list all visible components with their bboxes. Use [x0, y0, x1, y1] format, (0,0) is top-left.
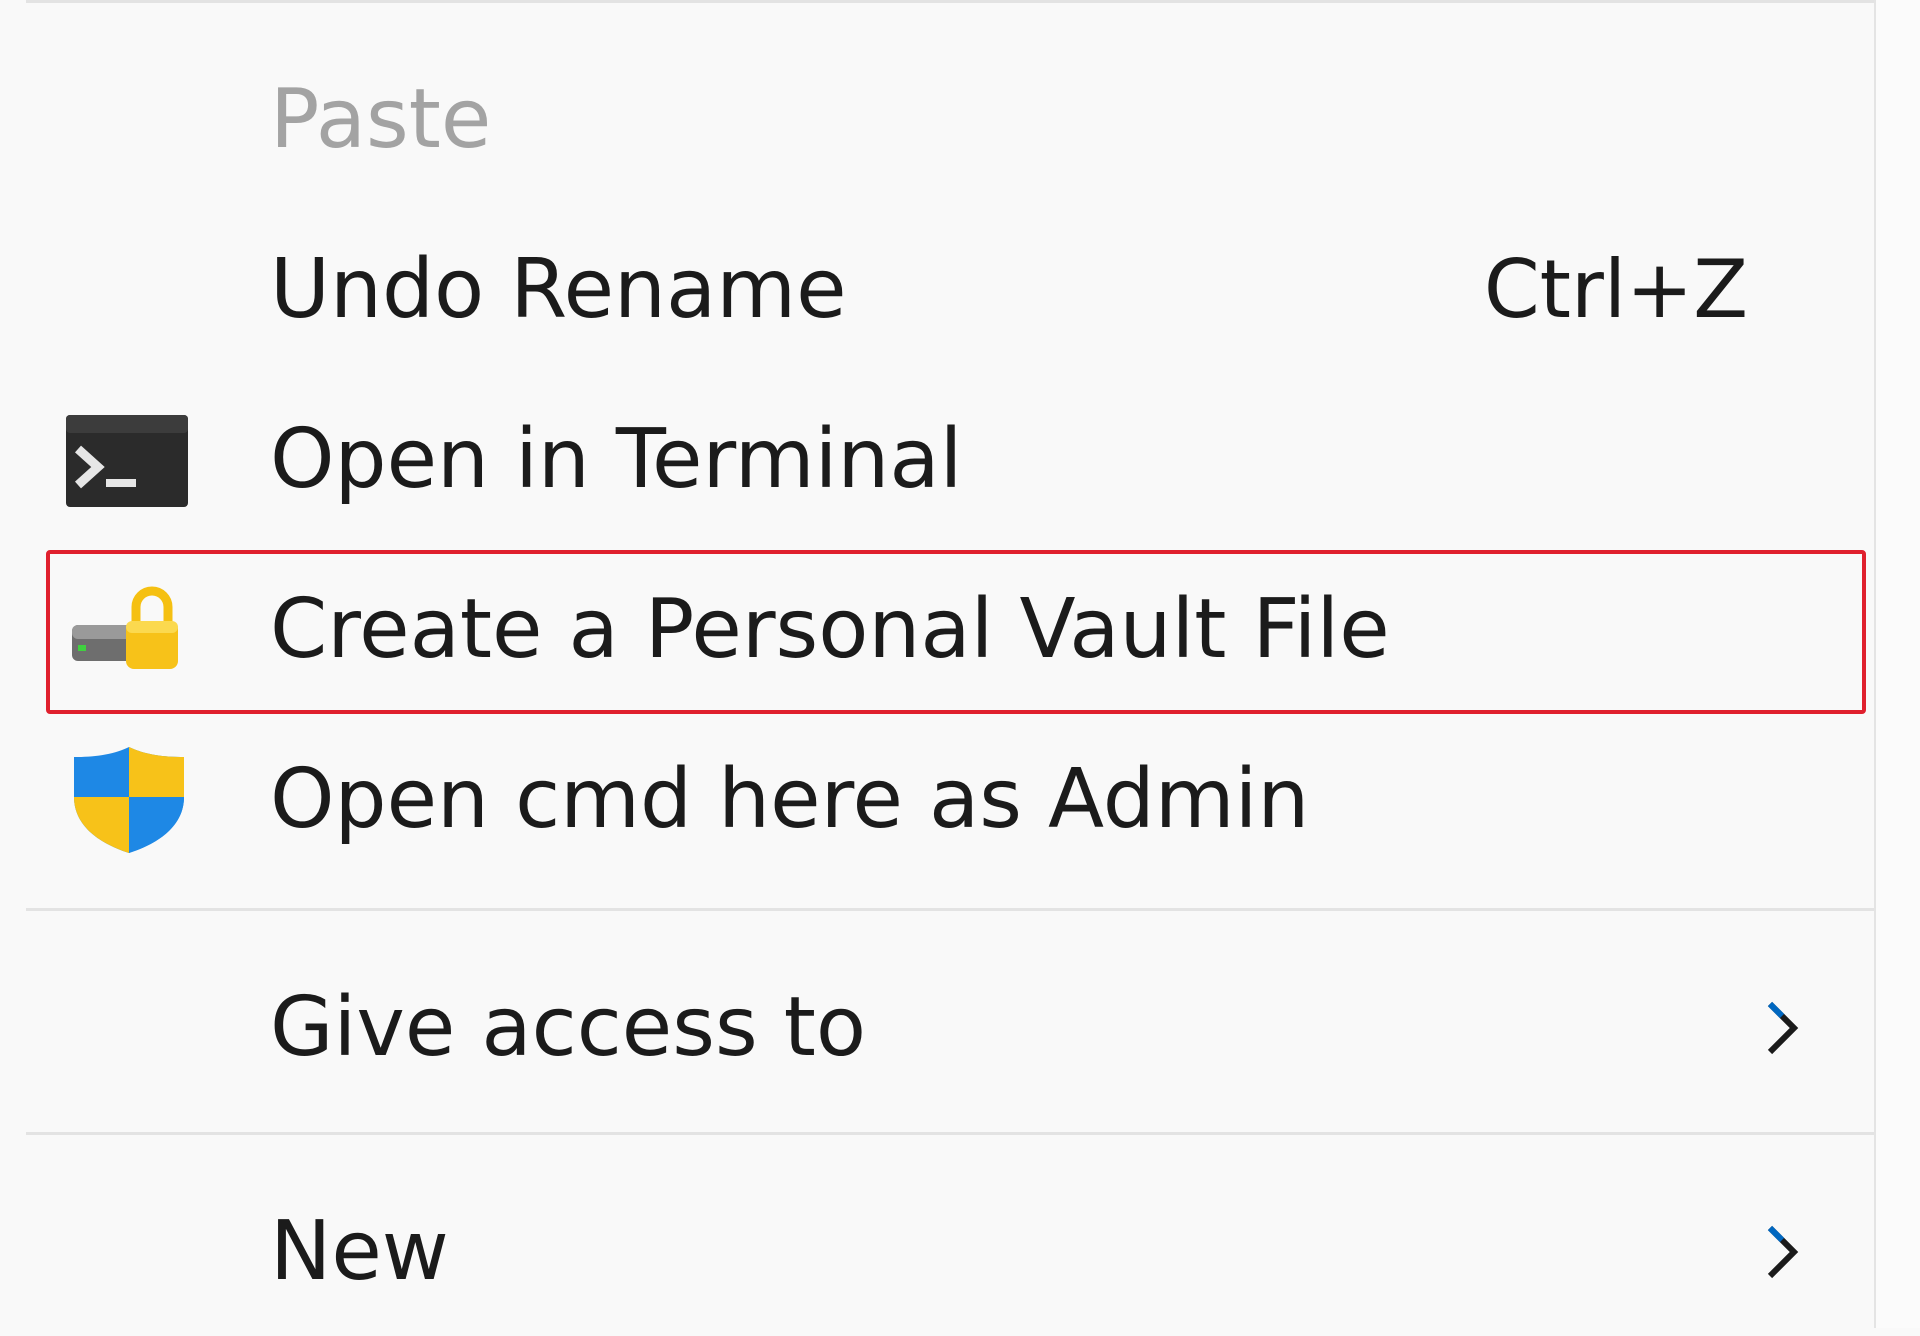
menu-item-label: New — [270, 1204, 449, 1299]
menu-item-label: Open in Terminal — [270, 412, 963, 507]
terminal-icon — [64, 405, 194, 515]
menu-item-give-access-to[interactable]: Give access to — [0, 944, 1874, 1112]
chevron-right-icon — [1762, 1222, 1802, 1282]
menu-item-paste[interactable]: Paste — [0, 36, 1874, 204]
menu-item-new[interactable]: New — [0, 1168, 1874, 1336]
top-border — [26, 0, 1878, 3]
menu-separator — [26, 908, 1878, 911]
menu-separator — [26, 1132, 1878, 1135]
shortcut-label: Ctrl+Z — [1483, 243, 1748, 336]
menu-item-open-cmd-as-admin[interactable]: Open cmd here as Admin — [0, 716, 1874, 884]
context-menu: Paste Undo Rename Ctrl+Z Open in Termina… — [0, 0, 1878, 1328]
menu-edge — [1874, 0, 1920, 1328]
chevron-right-icon — [1762, 998, 1802, 1058]
menu-item-open-in-terminal[interactable]: Open in Terminal — [0, 376, 1874, 544]
vault-lock-icon — [64, 575, 194, 685]
menu-item-label: Open cmd here as Admin — [270, 752, 1310, 847]
menu-item-create-personal-vault-file[interactable]: Create a Personal Vault File — [0, 546, 1874, 714]
menu-item-undo-rename[interactable]: Undo Rename Ctrl+Z — [0, 206, 1874, 374]
menu-item-label: Create a Personal Vault File — [270, 582, 1390, 677]
uac-shield-icon — [64, 745, 194, 855]
menu-item-label: Paste — [270, 72, 492, 167]
menu-item-label: Undo Rename — [270, 242, 847, 337]
menu-item-label: Give access to — [270, 980, 867, 1075]
